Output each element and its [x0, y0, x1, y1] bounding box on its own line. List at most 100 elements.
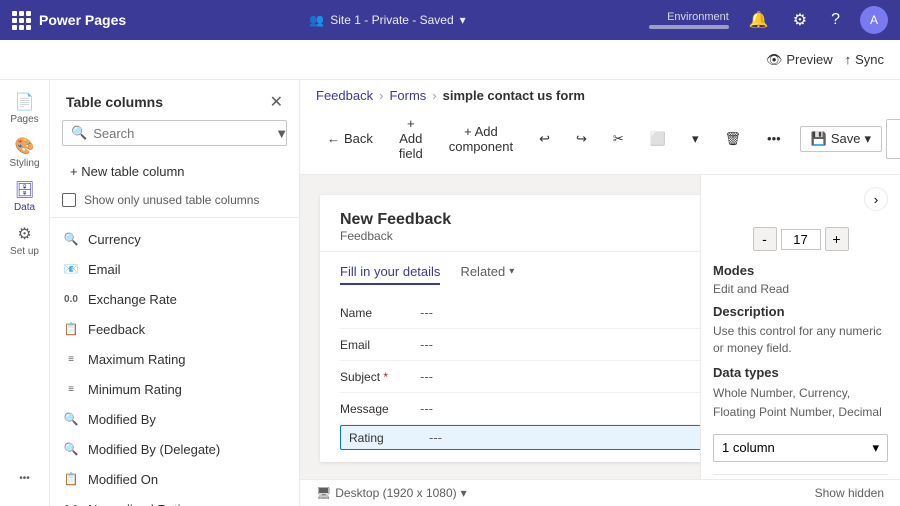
- column-list: 🔍 Currency 📧 Email 0.0 Exchange Rate 📋 F…: [50, 224, 299, 506]
- form-card: New Feedback Feedback Fill in your detai…: [320, 195, 700, 462]
- publish-form-button[interactable]: ↑ Publish form: [886, 119, 900, 159]
- sidebar-item-pages[interactable]: 📄 Pages: [5, 88, 45, 128]
- canvas-bottom-bar: 🖥 Desktop (1920 x 1080) ▾ Show hidden: [300, 479, 900, 506]
- content-toolbar: Feedback › Forms › simple contact us for…: [300, 80, 900, 175]
- description-title: Description: [713, 304, 888, 319]
- preview-button[interactable]: 👁 Preview: [766, 52, 833, 68]
- save-button[interactable]: 💾 Save ▾: [800, 126, 882, 152]
- env-bar: [649, 25, 729, 29]
- tab-related[interactable]: Related ▾: [460, 260, 514, 285]
- canvas-area: New Feedback Feedback Fill in your detai…: [300, 175, 900, 479]
- search-box: 🔍 ▼: [62, 120, 287, 146]
- datetime-icon: 📋: [62, 470, 80, 488]
- list-item[interactable]: 🔍 Modified By: [50, 404, 299, 434]
- copy-button[interactable]: ⬜: [639, 126, 677, 152]
- form-tabs: Fill in your details Related ▾: [320, 252, 700, 285]
- decrement-button[interactable]: -: [753, 227, 777, 251]
- content-area: Feedback › Forms › simple contact us for…: [300, 80, 900, 506]
- number-icon: ≡: [62, 350, 80, 368]
- top-bar: Power Pages 👥 Site 1 - Private - Saved ▾…: [0, 0, 900, 40]
- styling-icon: 🎨: [15, 136, 35, 156]
- divider: [713, 474, 888, 475]
- undo-button[interactable]: ↩: [528, 126, 561, 152]
- sidebar-item-setup[interactable]: ⚙ Set up: [5, 220, 45, 260]
- left-panel: Table columns ✕ 🔍 ▼ + New table column S…: [50, 80, 300, 506]
- delete-button[interactable]: 🗑: [714, 126, 753, 152]
- description-text: Use this control for any numeric or mone…: [713, 323, 888, 357]
- breadcrumb-sep1: ›: [379, 88, 383, 103]
- form-title: New Feedback: [340, 211, 700, 229]
- show-unused-checkbox[interactable]: [62, 193, 76, 207]
- list-item[interactable]: 0.0 Exchange Rate: [50, 284, 299, 314]
- number-input-control: - +: [713, 227, 888, 251]
- sidebar-item-styling[interactable]: 🎨 Styling: [5, 132, 45, 172]
- list-item[interactable]: 0.0 Normalized Rating: [50, 494, 299, 506]
- more-icon: •••: [19, 473, 30, 484]
- form-subtitle: Feedback: [340, 229, 700, 243]
- collapse-right-panel-button[interactable]: ›: [864, 187, 888, 211]
- desktop-icon: 🖥: [316, 486, 331, 500]
- show-unused-label: Show only unused table columns: [84, 193, 259, 207]
- tab-fill-details[interactable]: Fill in your details: [340, 260, 440, 285]
- left-panel-header: Table columns ✕: [50, 80, 299, 120]
- email-icon: 📧: [62, 260, 80, 278]
- action-bar: ← Back + Add field + Add component ↩ ↪ ✂…: [316, 107, 884, 174]
- eye-icon: 👁: [766, 52, 783, 68]
- back-button[interactable]: ← Back: [316, 126, 384, 151]
- list-item[interactable]: 📧 Email: [50, 254, 299, 284]
- form-field-rating[interactable]: Rating ---: [340, 425, 700, 450]
- more-actions-dropdown[interactable]: ▾: [681, 126, 710, 152]
- panel-title: Table columns: [66, 94, 163, 110]
- text-icon: 📋: [62, 320, 80, 338]
- show-unused-checkbox-row: Show only unused table columns: [50, 189, 299, 211]
- form-canvas: New Feedback Feedback Fill in your detai…: [300, 175, 700, 479]
- grid-icon: [12, 11, 31, 30]
- breadcrumb-level1[interactable]: Feedback: [316, 88, 373, 103]
- related-dropdown-icon: ▾: [509, 266, 514, 277]
- number-value-input[interactable]: [781, 229, 821, 250]
- second-bar: 👁 Preview ↑ Sync: [0, 40, 900, 80]
- settings-icon[interactable]: ⚙: [789, 6, 811, 34]
- pages-icon: 📄: [15, 92, 35, 112]
- decimal-icon-2: 0.0: [62, 500, 80, 506]
- environment-info: Environment: [649, 11, 729, 29]
- resolution-selector[interactable]: 🖥 Desktop (1920 x 1080) ▾: [316, 486, 467, 500]
- column-dropdown[interactable]: 1 column ▾: [713, 434, 888, 462]
- close-panel-button[interactable]: ✕: [270, 92, 283, 112]
- decimal-icon: 0.0: [62, 290, 80, 308]
- list-item[interactable]: 📋 Modified On: [50, 464, 299, 494]
- show-hidden-button[interactable]: Show hidden: [815, 486, 884, 500]
- ellipsis-button[interactable]: •••: [756, 126, 792, 151]
- help-icon[interactable]: ?: [827, 7, 844, 33]
- increment-button[interactable]: +: [825, 227, 849, 251]
- filter-button[interactable]: ▼: [275, 126, 288, 141]
- search-input[interactable]: [93, 126, 269, 141]
- notification-icon[interactable]: 🔔: [745, 6, 773, 34]
- form-field-message: Message ---: [340, 393, 700, 425]
- list-item[interactable]: 📋 Feedback: [50, 314, 299, 344]
- filter-icon: ▼: [275, 126, 288, 141]
- sidebar-more-button[interactable]: •••: [5, 458, 45, 498]
- breadcrumb-level2[interactable]: Forms: [389, 88, 426, 103]
- top-bar-right: Environment 🔔 ⚙ ? A: [649, 6, 888, 34]
- add-component-button[interactable]: + Add component: [438, 119, 524, 159]
- cut-button[interactable]: ✂: [602, 126, 635, 152]
- list-item[interactable]: ≡ Maximum Rating: [50, 344, 299, 374]
- redo-button[interactable]: ↪: [565, 126, 598, 152]
- search-icon: 🔍: [71, 125, 87, 141]
- breadcrumb: Feedback › Forms › simple contact us for…: [316, 80, 884, 107]
- list-item[interactable]: 🔍 Currency: [50, 224, 299, 254]
- list-item[interactable]: 🔍 Modified By (Delegate): [50, 434, 299, 464]
- list-item[interactable]: ≡ Minimum Rating: [50, 374, 299, 404]
- sidebar-item-data[interactable]: 🗄 Data: [5, 176, 45, 216]
- add-field-button[interactable]: + Add field: [388, 111, 434, 166]
- sync-button[interactable]: ↑ Sync: [845, 52, 884, 67]
- lookup-icon: 🔍: [62, 230, 80, 248]
- setup-icon: ⚙: [17, 224, 31, 244]
- new-table-column-button[interactable]: + New table column: [62, 158, 287, 185]
- lookup-icon-3: 🔍: [62, 440, 80, 458]
- save-dropdown-icon: ▾: [865, 131, 872, 147]
- app-logo: Power Pages: [12, 11, 126, 30]
- data-types-list: Whole Number, Currency, Floating Point N…: [713, 384, 888, 422]
- avatar[interactable]: A: [860, 6, 888, 34]
